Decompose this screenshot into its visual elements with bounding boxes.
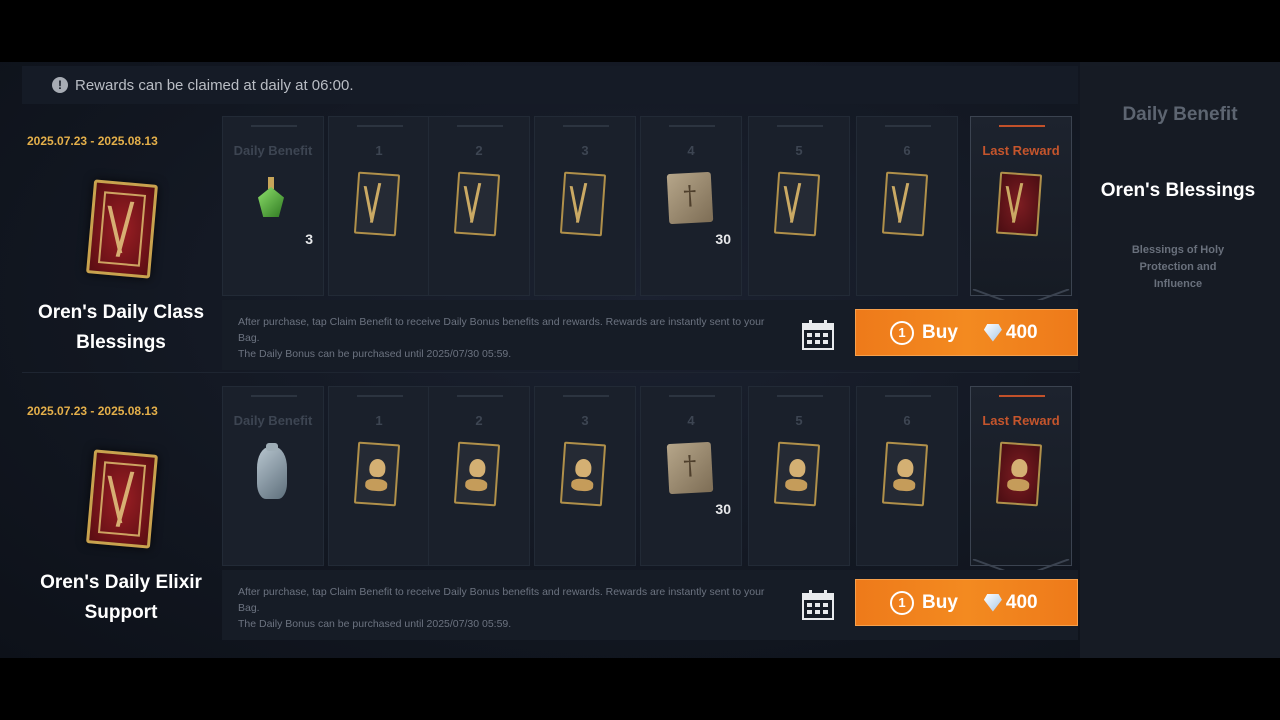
reward-slot-day-2[interactable]: 2 [428,116,530,296]
purchase-description: After purchase, tap Claim Benefit to rec… [238,586,765,630]
reward-slot-day-6[interactable]: 6 [856,116,958,296]
benefit-info-panel: Daily Benefit Oren's Blessings Blessings… [1080,62,1280,658]
elixir-vase-icon [250,443,294,507]
exclamation-circle-icon: ! [52,77,68,93]
panel-header: Daily Benefit [1122,104,1238,125]
price: 400 [1005,591,1038,613]
purchase-info-row: After purchase, tap Claim Benefit to rec… [222,570,1078,640]
purchase-description: After purchase, tap Claim Benefit to rec… [238,316,765,360]
class-card-icon [881,171,929,237]
ticket-icon: 1 [890,590,914,615]
ticket-icon: 1 [890,320,914,345]
panel-description: Blessings of Holy Protection and Influen… [1131,244,1225,290]
daily-benefit-screen: ! Rewards can be claimed at daily at 06:… [0,62,1280,658]
elixir-support-card-icon [86,449,158,549]
reward-slot-day-6[interactable]: 6 [856,386,958,566]
date-range: 2025.07.23 - 2025.08.13 [27,134,158,148]
item-quantity: 30 [715,501,731,517]
reward-slot-day-4[interactable]: 4 30 [640,116,742,296]
reward-slot-last-reward[interactable]: Last Reward [970,116,1072,308]
reward-slot-daily-benefit[interactable]: Daily Benefit 3 [222,116,324,296]
reward-slot-day-2[interactable]: 2 [428,386,530,566]
red-elixir-card-icon [995,441,1043,507]
diamond-icon [983,593,1002,612]
calendar-icon[interactable] [802,590,834,620]
scroll-icon [666,171,714,237]
shield-scroll-icon [666,441,714,507]
reward-slot-day-3[interactable]: 3 [534,386,636,566]
buy-label: Buy [922,321,958,343]
red-class-card-icon [995,171,1043,237]
reward-slot-day-5[interactable]: 5 [748,386,850,566]
class-blessing-card-icon [86,179,158,279]
elixir-card-icon [773,441,821,507]
section-divider [22,372,1080,373]
class-card-icon [453,171,501,237]
reward-slot-day-1[interactable]: 1 [328,116,430,296]
elixir-card-icon [353,441,401,507]
price: 400 [1005,321,1038,343]
panel-title: Oren's Blessings [1100,180,1256,201]
reward-slot-last-reward[interactable]: Last Reward [970,386,1072,578]
notice-bar: ! Rewards can be claimed at daily at 06:… [22,66,1078,104]
notice-text: Rewards can be claimed at daily at 06:00… [75,76,354,94]
elixir-card-icon [453,441,501,507]
product-section-class-blessings: 2025.07.23 - 2025.08.13 Oren's Daily Cla… [22,116,1080,372]
diamond-icon [983,323,1002,342]
product-section-elixir-support: 2025.07.23 - 2025.08.13 Oren's Daily Eli… [22,386,1080,642]
elixir-card-icon [881,441,929,507]
class-card-icon [559,171,607,237]
class-card-icon [353,171,401,237]
item-quantity: 30 [715,231,731,247]
buy-label: Buy [922,591,958,613]
reward-slot-day-4[interactable]: 4 30 [640,386,742,566]
reward-strip: Daily Benefit 1 2 3 4 3 [222,386,1078,578]
product-info: 2025.07.23 - 2025.08.13 Oren's Daily Cla… [22,116,222,372]
buy-button[interactable]: 1 Buy 400 [855,309,1078,356]
product-info: 2025.07.23 - 2025.08.13 Oren's Daily Eli… [22,386,222,642]
reward-slot-daily-benefit[interactable]: Daily Benefit [222,386,324,566]
calendar-icon[interactable] [802,320,834,350]
buy-button[interactable]: 1 Buy 400 [855,579,1078,626]
product-title: Oren's Daily Class Blessings [37,302,205,353]
reward-slot-day-1[interactable]: 1 [328,386,430,566]
reward-strip: Daily Benefit 3 1 2 3 4 † 30 5 6 Last Re… [222,116,1078,308]
green-potion-icon [250,173,294,237]
class-card-icon [773,171,821,237]
reward-slot-day-3[interactable]: 3 [534,116,636,296]
purchase-info-row: After purchase, tap Claim Benefit to rec… [222,300,1078,370]
reward-slot-day-5[interactable]: 5 [748,116,850,296]
elixir-card-icon [559,441,607,507]
date-range: 2025.07.23 - 2025.08.13 [27,404,158,418]
item-quantity: 3 [305,231,313,247]
product-title: Oren's Daily Elixir Support [40,572,202,623]
